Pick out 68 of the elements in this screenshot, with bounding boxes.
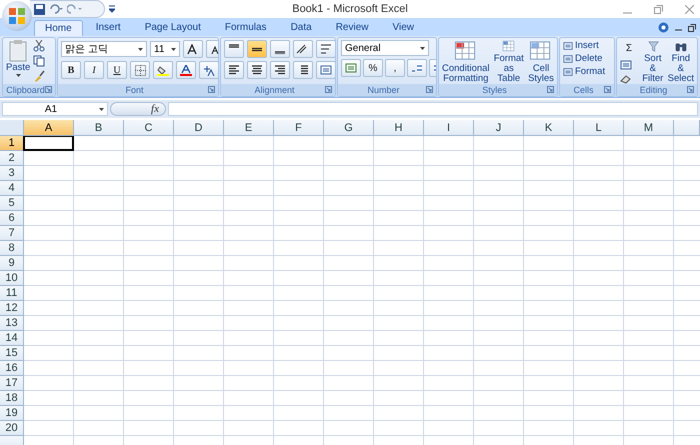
row-header[interactable]: 19 (0, 406, 24, 421)
cells-button[interactable]: Format (563, 66, 606, 77)
column-header[interactable]: F (274, 120, 324, 136)
styles-button[interactable]: Conditional Formatting (442, 40, 490, 84)
window-title: Book1 - Microsoft Excel (292, 3, 408, 15)
row-header[interactable]: 11 (0, 286, 24, 301)
column-header[interactable]: A (24, 120, 74, 136)
row-header[interactable]: 4 (0, 181, 24, 196)
row-header[interactable]: 5 (0, 196, 24, 211)
row-header[interactable]: 1 (0, 136, 24, 151)
column-header[interactable]: H (374, 120, 424, 136)
row-header[interactable]: 15 (0, 346, 24, 361)
group-label: Number (367, 85, 400, 95)
italic-button[interactable]: I (84, 61, 104, 79)
row-header[interactable]: 2 (0, 151, 24, 166)
editing-button[interactable]: Sort & Filter (641, 40, 665, 84)
column-header[interactable]: C (124, 120, 174, 136)
font-name-field[interactable]: 맑은 고딕 (61, 41, 147, 57)
editing-button[interactable]: Find & Select (668, 40, 694, 84)
row-header[interactable]: 10 (0, 271, 24, 286)
sum-button[interactable]: Σ (620, 40, 638, 56)
percent-button[interactable]: % (363, 59, 383, 77)
column-header[interactable]: B (74, 120, 124, 136)
cells-button[interactable]: Delete (563, 53, 606, 64)
group-label: Clipboard (6, 85, 45, 95)
ribbon-tab[interactable]: Insert (84, 19, 132, 36)
group-label: Editing (640, 85, 668, 95)
insert-function-button[interactable]: fx (110, 102, 166, 116)
row-header[interactable]: 20 (0, 421, 24, 436)
ribbon-tab[interactable]: Data (280, 19, 323, 36)
column-header[interactable]: M (624, 120, 674, 136)
styles-button[interactable]: Cell Styles (528, 40, 554, 84)
column-header[interactable]: D (174, 120, 224, 136)
column-header[interactable]: J (474, 120, 524, 136)
row-header[interactable]: 3 (0, 166, 24, 181)
ribbon-tab[interactable]: Review (324, 19, 380, 36)
group-label: Font (125, 85, 144, 95)
row-header[interactable]: 17 (0, 376, 24, 391)
column-header[interactable]: I (424, 120, 474, 136)
row-header[interactable]: 18 (0, 391, 24, 406)
ribbon-tab[interactable]: Home (34, 20, 83, 36)
row-header[interactable]: 13 (0, 316, 24, 331)
row-header[interactable]: 6 (0, 211, 24, 226)
paste-button[interactable]: Paste (6, 40, 30, 84)
group-label: Cells (573, 85, 594, 95)
row-header[interactable]: 8 (0, 241, 24, 256)
row-header[interactable]: 12 (0, 301, 24, 316)
row-header[interactable]: 7 (0, 226, 24, 241)
group-label: Styles (482, 85, 507, 95)
group-label: Alignment (254, 85, 295, 95)
column-header[interactable]: K (524, 120, 574, 136)
cells-button[interactable]: Insert (563, 40, 606, 51)
font-size-field[interactable]: 11 (150, 41, 180, 57)
ribbon-tab[interactable]: View (381, 19, 425, 36)
bold-button[interactable]: B (61, 61, 81, 79)
ribbon-tab[interactable]: Page Layout (134, 19, 212, 36)
styles-button[interactable]: Format as Table (492, 40, 525, 84)
ribbon-tab[interactable]: Formulas (214, 19, 278, 36)
row-header[interactable]: 14 (0, 331, 24, 346)
underline-button[interactable]: U (107, 61, 127, 79)
name-box[interactable]: A1 (2, 102, 108, 116)
column-header[interactable]: E (224, 120, 274, 136)
column-header[interactable]: L (574, 120, 624, 136)
number-format-field[interactable]: General (341, 40, 429, 56)
row-header[interactable]: 16 (0, 361, 24, 376)
comma-button[interactable]: , (385, 59, 405, 77)
row-header[interactable]: 9 (0, 256, 24, 271)
column-header[interactable]: G (324, 120, 374, 136)
